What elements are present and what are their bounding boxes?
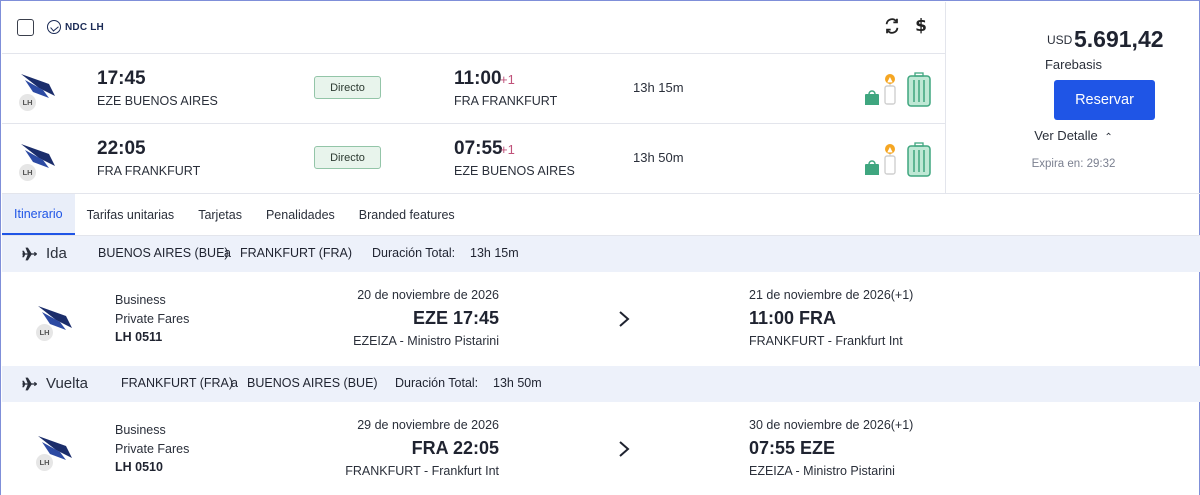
flight-duration: 13h 15m [633,80,684,95]
airline-code-badge: LH [19,164,36,181]
arrival-date: 21 de noviembre de 2026(+1) [749,288,914,302]
segment-return: LH Business Private Fares LH 0510 29 de … [2,402,1200,495]
arrival-city: EZE BUENOS AIRES [454,164,575,178]
departure-date: 20 de noviembre de 2026 [357,288,499,302]
arrival-time-airport: 11:00 FRA [749,308,837,328]
carry-on-icon: ▲ [884,74,896,105]
flight-number: LH 0510 [115,460,163,474]
total-duration-label: Duración Total: [395,376,479,390]
view-detail-label: Ver Detalle [1034,128,1098,143]
flight-row: LH 17:45 EZE BUENOS AIRES Directo 11:00 … [2,54,945,124]
arrival-time: 07:55 [454,138,503,159]
plus-day-indicator: +1 [500,142,515,157]
departure-date: 29 de noviembre de 2026 [357,418,499,432]
cabin-class: Business [115,293,166,307]
flight-number: LH 0511 [115,330,163,344]
select-checkbox[interactable] [17,19,34,36]
farebasis-link[interactable]: Farebasis [946,57,1200,72]
tab-tarifas-unitarias[interactable]: Tarifas unitarias [75,194,187,235]
departure-city: FRA FRANKFURT [97,164,201,178]
view-detail-toggle[interactable]: Ver Detalle ⌃ [946,128,1200,143]
arrival-time-airport: 07:55 EZE [749,438,836,458]
flight-result-card: NDC LH $ LH 17:45 EZE BUENOS AIRES Direc… [0,0,1200,495]
total-duration: 13h 15m [470,246,519,260]
price-amount: 5.691,42 [1074,26,1164,52]
personal-item-icon [865,90,879,105]
leg-connector: a [224,246,231,260]
fare-type: Private Fares [115,312,190,326]
plus-day-indicator: +1 [500,72,515,87]
tab-tarjetas[interactable]: Tarjetas [186,194,254,235]
leg-origin: FRANKFURT (FRA) [121,376,234,390]
chevron-up-icon: ⌃ [1104,132,1113,143]
tab-branded-features[interactable]: Branded features [347,194,467,235]
detail-tabs: Itinerario Tarifas unitarias Tarjetas Pe… [2,194,1200,236]
leg-connector: a [231,376,238,390]
leg-destination: FRANKFURT (FRA) [240,246,353,260]
departure-airport-name: FRANKFURT - Frankfurt Int [345,464,499,478]
arrival-time: 11:00 [454,68,502,89]
leg-title: Ida [46,245,67,262]
plane-icon [22,247,38,261]
checked-bag-icon [907,142,931,177]
price-panel: USD 5.691,42 Farebasis Reservar Ver Deta… [945,2,1200,194]
flight-duration: 13h 50m [633,150,684,165]
refresh-icon[interactable] [883,17,901,35]
baggage-icons[interactable]: ▲ [860,142,940,178]
leg-header-outbound: Ida BUENOS AIRES (BUE) a FRANKFURT (FRA)… [2,236,1200,272]
svg-text:▲: ▲ [887,76,893,84]
dollar-icon[interactable]: $ [915,16,927,36]
arrival-city: FRA FRANKFURT [454,94,558,108]
departure-airport-name: EZEIZA - Ministro Pistarini [353,334,499,348]
baggage-icons[interactable]: ▲ [860,72,940,108]
provider-badge: NDC LH [47,20,104,34]
checked-bag-icon [907,72,931,107]
airline-code-badge: LH [36,454,53,471]
personal-item-icon [865,160,879,175]
price-currency: USD [1047,33,1073,47]
arrival-airport-name: EZEIZA - Ministro Pistarini [749,464,895,478]
departure-time: 22:05 [97,138,146,159]
svg-text:▲: ▲ [887,146,893,154]
leg-origin: BUENOS AIRES (BUE) [98,246,229,260]
ndc-logo-icon [47,20,61,34]
book-button[interactable]: Reservar [1054,80,1155,120]
leg-destination: BUENOS AIRES (BUE) [247,376,378,390]
fare-type: Private Fares [115,442,190,456]
segment-outbound: LH Business Private Fares LH 0511 20 de … [2,272,1200,366]
total-duration: 13h 50m [493,376,542,390]
chevron-right-icon [619,441,630,457]
cabin-class: Business [115,423,166,437]
provider-label: NDC LH [65,21,104,33]
direct-badge: Directo [314,146,381,169]
departure-time: 17:45 [97,68,146,89]
flight-row: LH 22:05 FRA FRANKFURT Directo 07:55 +1 … [2,124,945,194]
result-header: NDC LH $ [2,2,945,54]
departure-city: EZE BUENOS AIRES [97,94,218,108]
plane-icon [22,377,38,391]
departure-airport-time: EZE 17:45 [412,308,499,328]
carry-on-icon: ▲ [884,144,896,175]
arrival-airport-name: FRANKFURT - Frankfurt Int [749,334,903,348]
airline-code-badge: LH [19,94,36,111]
tab-itinerario[interactable]: Itinerario [2,194,75,235]
tab-penalidades[interactable]: Penalidades [254,194,347,235]
expiry-timer: Expira en: 29:32 [1031,158,1116,170]
arrival-date: 30 de noviembre de 2026(+1) [749,418,914,432]
chevron-right-icon [619,311,630,327]
total-duration-label: Duración Total: [372,246,456,260]
leg-title: Vuelta [46,375,88,392]
direct-badge: Directo [314,76,381,99]
departure-airport-time: FRA 22:05 [411,438,499,458]
airline-code-badge: LH [36,324,53,341]
leg-header-return: Vuelta FRANKFURT (FRA) a BUENOS AIRES (B… [2,366,1200,402]
